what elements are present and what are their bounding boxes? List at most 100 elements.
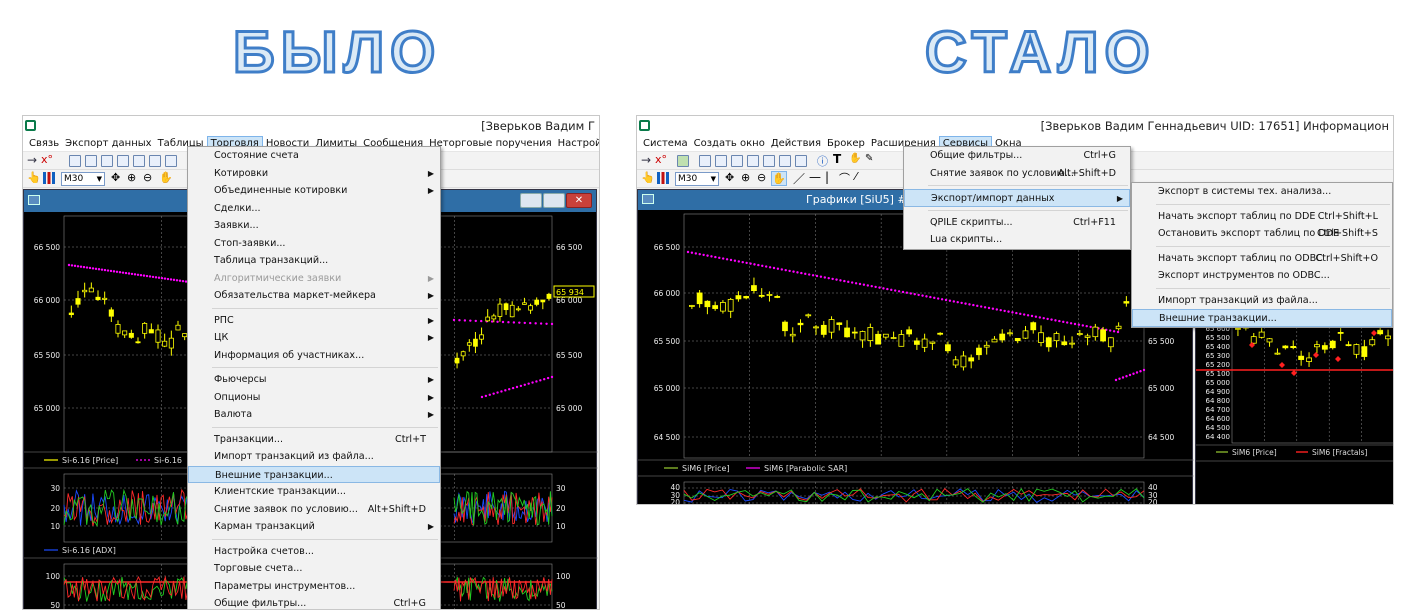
trading-menu-item-21[interactable]: Клиентские транзакции... xyxy=(188,483,440,501)
pan-icon-right[interactable]: ✋ xyxy=(771,171,787,186)
left-sar-dot xyxy=(106,269,110,272)
left-sar-dot xyxy=(546,376,550,380)
bar-chart-icon-right[interactable] xyxy=(657,172,669,184)
hand-icon-2[interactable]: 👆 xyxy=(641,171,655,184)
left-menu-1[interactable]: Экспорт данных xyxy=(62,136,154,152)
zoom-in-icon-right[interactable]: ⊕ xyxy=(741,171,750,184)
trading-menu-item-27[interactable]: Параметры инструментов... xyxy=(188,578,440,596)
timeframe-select[interactable]: M30 ▼ xyxy=(61,172,105,186)
line-tool-icon[interactable]: ／ xyxy=(793,170,805,187)
services-menu-item-3[interactable]: Экспорт/импорт данных ▶ xyxy=(904,189,1130,207)
add-icon[interactable] xyxy=(677,155,689,167)
hand-icon[interactable]: 👆 xyxy=(27,171,41,184)
export-submenu-item-2[interactable]: Начать экспорт таблиц по DDE Ctrl+Shift+L xyxy=(1132,208,1392,226)
filter-icon-right[interactable] xyxy=(779,155,791,167)
table-icon-right[interactable] xyxy=(699,155,711,167)
left-sar-dot xyxy=(507,321,510,324)
right-menu-2[interactable]: Действия xyxy=(768,136,824,152)
services-menu-item-5[interactable]: QPILE скрипты... Ctrl+F11 xyxy=(904,214,1130,232)
disconnect-icon[interactable]: x° xyxy=(41,153,53,166)
right-menu-0[interactable]: Система xyxy=(640,136,691,152)
minimize-button[interactable] xyxy=(520,193,542,208)
right-menu-1[interactable]: Создать окно xyxy=(691,136,768,152)
services-menu-item-0[interactable]: Общие фильтры... Ctrl+G xyxy=(904,147,1130,165)
export-submenu-item-3[interactable]: Остановить экспорт таблиц по DDE Ctrl+Shi… xyxy=(1132,225,1392,243)
trading-menu-item-26[interactable]: Торговые счета... xyxy=(188,560,440,578)
right-menu-3[interactable]: Брокер xyxy=(824,136,868,152)
arrow-icon-right[interactable]: → xyxy=(641,153,651,167)
trading-menu-item-0[interactable]: Состояние счета xyxy=(188,147,440,165)
trading-menu-item-12[interactable]: Информация об участниках... xyxy=(188,347,440,365)
services-menu-item-1[interactable]: Снятие заявок по условию... Alt+Shift+D xyxy=(904,165,1130,183)
right-sar-dot xyxy=(745,261,748,265)
move-icon-right[interactable]: ✥ xyxy=(725,171,734,184)
timeframe-select-right[interactable]: M30 ▼ xyxy=(675,172,719,186)
pencil-icon[interactable]: ✎ xyxy=(865,153,873,164)
trading-menu-item-10[interactable]: РПС ▶ xyxy=(188,312,440,330)
quotes-icon-right[interactable] xyxy=(715,155,727,167)
search-icon[interactable] xyxy=(133,155,145,167)
info-icon[interactable]: ⓘ xyxy=(817,153,828,169)
disconnect-icon-right[interactable]: x° xyxy=(655,153,667,166)
trading-menu-item-3[interactable]: Сделки... xyxy=(188,200,440,218)
trading-menu-item-8[interactable]: Обязательства маркет-мейкера ▶ xyxy=(188,287,440,305)
zoom-out-icon-right[interactable]: ⊖ xyxy=(757,171,766,184)
right-sar-dot xyxy=(1007,310,1010,313)
pan-icon[interactable]: ✋ xyxy=(159,171,173,184)
quotes-icon[interactable] xyxy=(85,155,97,167)
text-icon[interactable]: T xyxy=(833,152,841,166)
search-icon-right[interactable] xyxy=(763,155,775,167)
export-submenu-item-9[interactable]: Внешние транзакции... xyxy=(1132,309,1392,327)
trading-menu-item-18[interactable]: Транзакции... Ctrl+T xyxy=(188,431,440,449)
maximize-button[interactable] xyxy=(543,193,565,208)
export-submenu-item-6[interactable]: Экспорт инструментов по ODBC... xyxy=(1132,267,1392,285)
adx-axis-label: 20 xyxy=(670,498,680,505)
left-menu-8[interactable]: Настройки xyxy=(555,136,599,152)
trading-menu-item-2[interactable]: Объединенные котировки ▶ xyxy=(188,182,440,200)
filter-icon[interactable] xyxy=(149,155,161,167)
trading-menu-item-16[interactable]: Валюта ▶ xyxy=(188,406,440,424)
bar-chart-icon[interactable] xyxy=(43,172,55,184)
vline-tool-icon[interactable]: | xyxy=(825,170,829,184)
trading-menu-item-23[interactable]: Карман транзакций ▶ xyxy=(188,518,440,536)
trades-icon[interactable] xyxy=(117,155,129,167)
arrow-icon[interactable]: → xyxy=(27,153,37,167)
window-icon-right[interactable] xyxy=(795,155,807,167)
window-icon[interactable] xyxy=(165,155,177,167)
trading-menu-item-1[interactable]: Котировки ▶ xyxy=(188,165,440,183)
right-sar-dot xyxy=(792,270,795,273)
trading-menu-item-14[interactable]: Фьючерсы ▶ xyxy=(188,371,440,389)
left-menu-7[interactable]: Неторговые поручения xyxy=(426,136,555,152)
export-submenu-item-0[interactable]: Экспорт в системы тех. анализа... xyxy=(1132,183,1392,201)
hand-icon-right[interactable]: ✋ xyxy=(849,153,861,164)
trading-menu-item-6[interactable]: Таблица транзакций... xyxy=(188,252,440,270)
trading-menu-item-22[interactable]: Снятие заявок по условию... Alt+Shift+D xyxy=(188,501,440,519)
export-submenu-item-5[interactable]: Начать экспорт таблиц по ODBC Ctrl+Shift+… xyxy=(1132,250,1392,268)
right-candle xyxy=(945,344,951,352)
arc-tool-icon[interactable]: ⌒ xyxy=(839,170,850,186)
trading-menu-item-5[interactable]: Стоп-заявки... xyxy=(188,235,440,253)
trading-menu-item-20[interactable]: Внешние транзакции... xyxy=(188,465,440,483)
trading-menu-item-15[interactable]: Опционы ▶ xyxy=(188,389,440,407)
trading-menu-item-4[interactable]: Заявки... xyxy=(188,217,440,235)
orders-icon[interactable] xyxy=(101,155,113,167)
export-submenu-item-8[interactable]: Импорт транзакций из файла... xyxy=(1132,292,1392,310)
trading-menu-item-25[interactable]: Настройка счетов... xyxy=(188,543,440,561)
orders-icon-right[interactable] xyxy=(731,155,743,167)
zoom-in-icon[interactable]: ⊕ xyxy=(127,171,136,184)
left-menu-0[interactable]: Связь xyxy=(26,136,62,152)
trading-menu-item-19[interactable]: Импорт транзакций из файла... xyxy=(188,448,440,466)
right-candle xyxy=(1100,329,1106,342)
services-menu-item-6[interactable]: Lua скрипты... xyxy=(904,231,1130,249)
left2-candle xyxy=(522,302,527,305)
table-icon[interactable] xyxy=(69,155,81,167)
fib-tool-icon[interactable]: ⁄ xyxy=(855,170,857,183)
close-button[interactable]: ✕ xyxy=(566,193,592,208)
zoom-out-icon[interactable]: ⊖ xyxy=(143,171,152,184)
trading-menu-item-11[interactable]: ЦК ▶ xyxy=(188,329,440,347)
left-sar-dot xyxy=(109,269,113,273)
trading-menu-item-28[interactable]: Общие фильтры... Ctrl+G xyxy=(188,595,440,609)
move-icon[interactable]: ✥ xyxy=(111,171,120,184)
hline-tool-icon[interactable]: — xyxy=(809,170,821,184)
trades-icon-right[interactable] xyxy=(747,155,759,167)
